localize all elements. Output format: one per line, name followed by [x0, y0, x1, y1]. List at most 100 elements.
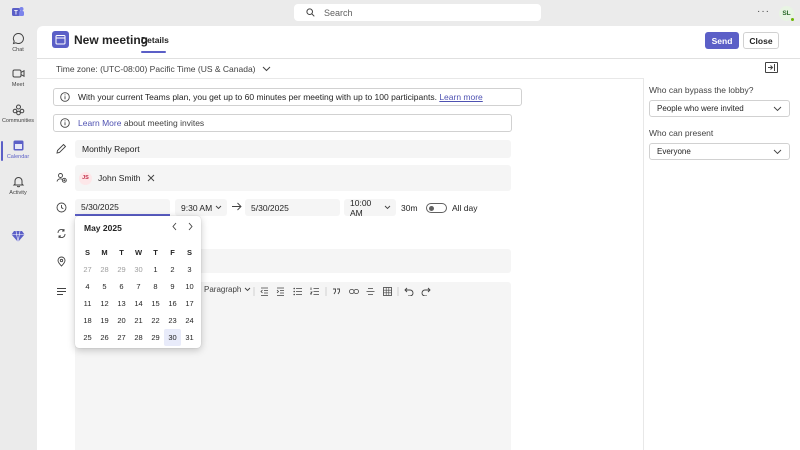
meeting-title-input[interactable]: Monthly Report [75, 140, 511, 158]
who-can-present-label: Who can present [649, 128, 714, 138]
remove-attendee-icon[interactable] [147, 174, 155, 182]
rail-label: Activity [9, 190, 27, 196]
calendar-day-selected[interactable]: 30 [164, 329, 181, 346]
calendar-day[interactable]: 10 [181, 278, 198, 295]
previous-month-icon[interactable] [171, 222, 178, 231]
strikethrough-icon[interactable] [366, 287, 375, 296]
user-avatar[interactable]: SL [779, 6, 795, 22]
increase-indent-icon[interactable] [276, 287, 285, 296]
calendar-day[interactable]: 17 [181, 295, 198, 312]
arrow-right-icon [231, 202, 242, 211]
calendar-day[interactable]: 21 [130, 312, 147, 329]
rail-label: Communities [1, 118, 35, 124]
clock-icon [56, 202, 68, 214]
calendar-day[interactable]: 11 [79, 295, 96, 312]
calendar-day-outside[interactable]: 28 [96, 261, 113, 278]
repeat-icon [56, 228, 68, 240]
invite-info-banner: Learn More about meeting invites [53, 114, 512, 132]
calendar-day[interactable]: 24 [181, 312, 198, 329]
more-options-button[interactable]: ··· [757, 6, 770, 17]
send-button[interactable]: Send [705, 32, 739, 49]
quote-icon[interactable] [332, 287, 341, 296]
calendar-day[interactable]: 1 [147, 261, 164, 278]
paragraph-style-dropdown[interactable]: Paragraph [204, 285, 251, 294]
calendar-day[interactable]: 27 [113, 329, 130, 346]
rail-item-chat[interactable]: Chat [0, 32, 36, 53]
end-date-input[interactable]: 5/30/2025 [245, 199, 340, 216]
pencil-icon [56, 143, 68, 155]
lobby-bypass-select[interactable]: People who were invited [649, 100, 790, 117]
calendar-day[interactable]: 6 [113, 278, 130, 295]
rail-item-activity[interactable]: Activity [0, 175, 36, 196]
calendar-day-outside[interactable]: 30 [130, 261, 147, 278]
toolbar-divider [325, 287, 327, 296]
expand-panel-icon[interactable] [765, 62, 778, 73]
all-day-toggle[interactable] [426, 203, 447, 213]
who-can-present-select[interactable]: Everyone [649, 143, 790, 160]
table-icon[interactable] [383, 287, 392, 296]
link-icon[interactable] [349, 287, 359, 296]
calendar-day[interactable]: 18 [79, 312, 96, 329]
bell-icon [12, 175, 25, 188]
calendar-day-outside[interactable]: 29 [113, 261, 130, 278]
numbered-list-icon[interactable] [310, 287, 319, 296]
end-time-select[interactable]: 10:00 AM [344, 198, 396, 218]
calendar-day[interactable]: 7 [130, 278, 147, 295]
calendar-day[interactable]: 9 [164, 278, 181, 295]
weekday-header: W [134, 248, 143, 257]
search-bar[interactable]: Search [294, 4, 541, 21]
tab-details[interactable]: Details [141, 35, 169, 45]
close-button[interactable]: Close [743, 32, 779, 49]
attendees-input[interactable]: JS John Smith [75, 165, 511, 191]
decrease-indent-icon[interactable] [260, 287, 269, 296]
calendar-day[interactable]: 25 [79, 329, 96, 346]
timezone-selector[interactable]: Time zone: (UTC-08:00) Pacific Time (US … [56, 64, 271, 74]
calendar-day[interactable]: 3 [181, 261, 198, 278]
divider [37, 58, 800, 59]
start-date-input[interactable]: 5/30/2025 [75, 199, 170, 216]
calendar-day-outside[interactable]: 27 [79, 261, 96, 278]
rail-item-communities[interactable]: Communities [0, 103, 36, 124]
calendar-grid: S M T W T F S 27 28 29 30 1 2 3 4 5 6 7 8 9 10 11 12 13 14 15 16 17… [79, 244, 198, 346]
calendar-day[interactable]: 28 [130, 329, 147, 346]
divider [37, 78, 643, 79]
calendar-day[interactable]: 16 [164, 295, 181, 312]
calendar-day[interactable]: 12 [96, 295, 113, 312]
timezone-label: Time zone: (UTC-08:00) Pacific Time (US … [56, 64, 256, 74]
weekday-header: F [170, 248, 175, 257]
attendee-chip[interactable]: JS John Smith [79, 171, 155, 185]
undo-icon[interactable] [404, 287, 414, 296]
search-placeholder: Search [324, 7, 353, 18]
calendar-day[interactable]: 31 [181, 329, 198, 346]
next-month-icon[interactable] [187, 222, 194, 231]
calendar-day[interactable]: 29 [147, 329, 164, 346]
calendar-day[interactable]: 13 [113, 295, 130, 312]
premium-diamond-icon[interactable] [11, 230, 25, 243]
calendar-day[interactable]: 5 [96, 278, 113, 295]
rail-item-calendar[interactable]: Calendar [0, 139, 36, 161]
learn-more-plan-link[interactable]: Learn more [439, 92, 482, 102]
learn-more-invites-link[interactable]: Learn More [78, 118, 121, 128]
calendar-day[interactable]: 23 [164, 312, 181, 329]
info-icon [60, 118, 70, 128]
rail-item-meet[interactable]: Meet [0, 67, 36, 88]
teams-logo-icon: T [11, 5, 25, 19]
plan-info-banner: With your current Teams plan, you get up… [53, 88, 522, 106]
calendar-day[interactable]: 26 [96, 329, 113, 346]
calendar-day[interactable]: 20 [113, 312, 130, 329]
search-icon [306, 8, 315, 17]
calendar-day[interactable]: 8 [147, 278, 164, 295]
calendar-day[interactable]: 4 [79, 278, 96, 295]
redo-icon[interactable] [421, 287, 431, 296]
info-icon [60, 92, 70, 102]
divider [643, 78, 644, 450]
invite-info-text: about meeting invites [123, 118, 205, 128]
calendar-day[interactable]: 19 [96, 312, 113, 329]
calendar-day[interactable]: 22 [147, 312, 164, 329]
weekday-header: S [84, 248, 90, 257]
calendar-day[interactable]: 14 [130, 295, 147, 312]
start-time-select[interactable]: 9:30 AM [175, 199, 227, 216]
calendar-day[interactable]: 2 [164, 261, 181, 278]
bulleted-list-icon[interactable] [293, 287, 302, 296]
calendar-day[interactable]: 15 [147, 295, 164, 312]
